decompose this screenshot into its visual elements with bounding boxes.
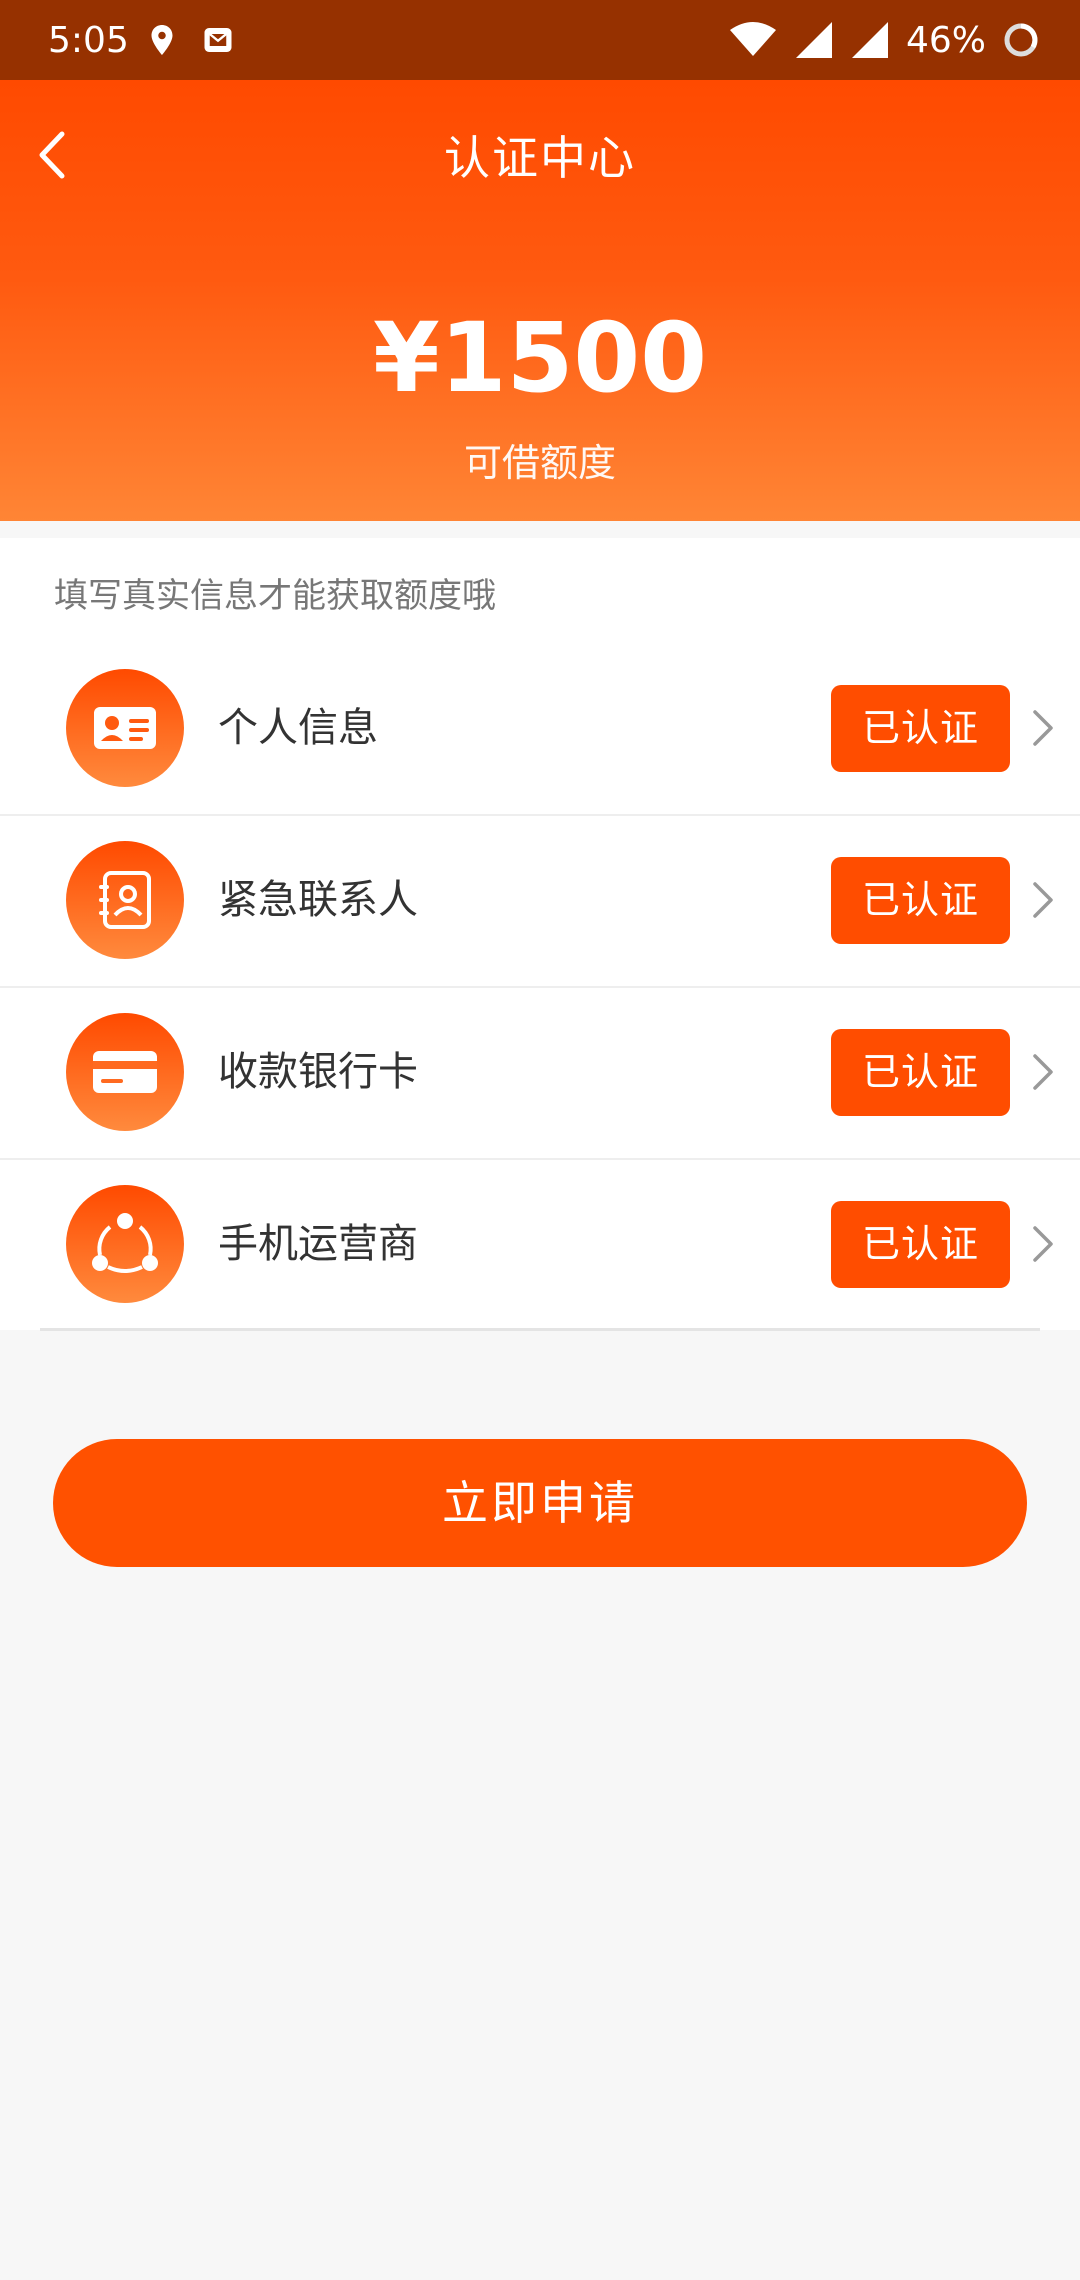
apply-now-button[interactable]: 立即申请	[53, 1439, 1027, 1567]
network-icon	[92, 1213, 158, 1273]
credit-amount: ¥1500	[373, 302, 707, 414]
location-icon	[151, 25, 173, 55]
verified-badge[interactable]: 已认证	[831, 857, 1010, 944]
row-icon-circle	[66, 1185, 184, 1303]
divider	[40, 1328, 1040, 1331]
chevron-right-icon	[1033, 1226, 1053, 1262]
signal-icon-2	[851, 22, 888, 58]
row-label: 收款银行卡	[218, 1049, 418, 1095]
id-card-icon	[94, 707, 156, 749]
row-icon-circle	[66, 669, 184, 787]
chevron-right-icon	[1033, 710, 1053, 746]
row-icon-circle	[66, 841, 184, 959]
row-label: 个人信息	[218, 705, 378, 751]
verification-card: 填写真实信息才能获取额度哦 个人信息 已认证 紧急联系人 已认证 收款银行卡 已…	[0, 538, 1080, 1331]
signal-icon	[795, 22, 832, 58]
verify-row-mobile-carrier[interactable]: 手机运营商 已认证	[0, 1158, 1080, 1330]
chevron-right-icon	[1033, 882, 1053, 918]
wifi-icon	[729, 22, 776, 56]
verified-badge[interactable]: 已认证	[831, 1029, 1010, 1116]
hint-text: 填写真实信息才能获取额度哦	[54, 576, 496, 616]
battery-icon	[1004, 23, 1038, 57]
row-icon-circle	[66, 1013, 184, 1131]
credit-header: 认证中心 ¥1500 可借额度	[0, 80, 1080, 521]
verify-row-emergency-contact[interactable]: 紧急联系人 已认证	[0, 814, 1080, 988]
verify-row-bank-card[interactable]: 收款银行卡 已认证	[0, 986, 1080, 1160]
chevron-right-icon	[1033, 1054, 1053, 1090]
contact-icon	[99, 871, 151, 929]
status-time: 5:05	[48, 19, 129, 61]
page-title: 认证中心	[444, 131, 636, 185]
row-label: 紧急联系人	[218, 877, 418, 923]
verify-row-personal-info[interactable]: 个人信息 已认证	[0, 642, 1080, 816]
verified-badge[interactable]: 已认证	[831, 1201, 1010, 1288]
battery-percentage: 46%	[905, 19, 986, 61]
mail-icon	[204, 28, 232, 52]
status-bar: 5:05 46%	[0, 0, 1080, 80]
bank-card-icon	[93, 1051, 157, 1093]
status-right-group: 46%	[728, 0, 1040, 80]
verified-badge[interactable]: 已认证	[831, 685, 1010, 772]
row-label: 手机运营商	[218, 1221, 418, 1267]
credit-amount-label: 可借额度	[463, 441, 616, 485]
